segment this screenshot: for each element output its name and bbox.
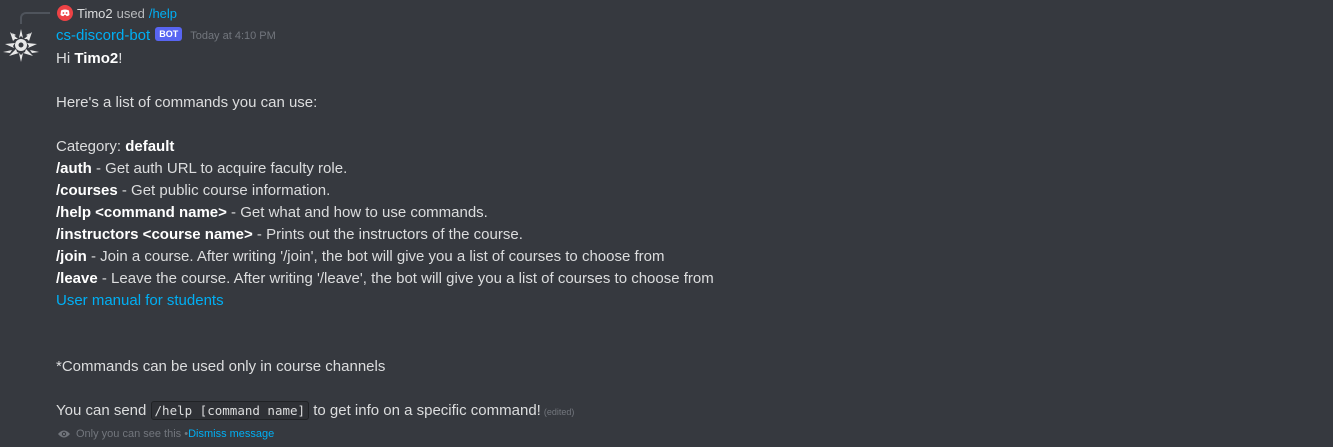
category-name: default (125, 138, 175, 155)
send-prefix: You can send (56, 402, 151, 419)
university-flame-logo-icon (3, 29, 39, 62)
bot-tag-badge: BOT (155, 26, 183, 41)
reply-command[interactable]: /help (149, 6, 177, 21)
bot-message: Timo2 used /help cs-discord-bot BOT Toda… (0, 0, 1333, 447)
manual-line: User manual for students (56, 290, 1306, 312)
greeting-name: Timo2 (74, 50, 119, 67)
eye-icon (57, 429, 71, 439)
bot-avatar[interactable] (0, 24, 42, 66)
category-label: Category: (56, 138, 126, 155)
category-line: Category: default (56, 136, 1306, 158)
greeting-line: Hi Timo2! (56, 48, 1306, 70)
note-line: *Commands can be used only in course cha… (56, 358, 386, 375)
send-line: You can send /help [command name] to get… (56, 400, 1306, 422)
command-description: - Prints out the instructors of the cour… (252, 226, 523, 243)
user-manual-link[interactable]: User manual for students (56, 292, 224, 309)
command-description: - Get auth URL to acquire faculty role. (91, 160, 348, 177)
command-line: /auth - Get auth URL to acquire faculty … (56, 158, 1306, 180)
command-name: /courses (56, 182, 118, 199)
discord-logo-icon (60, 9, 70, 17)
command-name: /leave (56, 270, 98, 287)
reply-spine (20, 12, 50, 24)
command-name: /instructors <course name> (56, 226, 253, 243)
dismiss-message-link[interactable]: Dismiss message (188, 428, 274, 440)
message-timestamp[interactable]: Today at 4:10 PM (190, 30, 276, 42)
command-description: - Get what and how to use commands. (226, 204, 488, 221)
send-suffix: to get info on a specific command! (309, 402, 541, 419)
ephemeral-text: Only you can see this • (76, 428, 189, 440)
reply-context[interactable]: Timo2 used /help (57, 4, 177, 22)
command-name: /join (56, 248, 87, 265)
reply-verb: used (116, 5, 145, 21)
command-line: /leave - Leave the course. After writing… (56, 268, 1306, 290)
ephemeral-notice: Only you can see this • Dismiss message (57, 428, 274, 440)
command-line: /help <command name> - Get what and how … (56, 202, 1306, 224)
command-description: - Get public course information. (117, 182, 331, 199)
intro-line: Here's a list of commands you can use: (56, 94, 318, 111)
greeting-prefix: Hi (56, 50, 75, 67)
command-name: /help <command name> (56, 204, 227, 221)
greeting-suffix: ! (118, 50, 123, 67)
message-header: cs-discord-bot BOT Today at 4:10 PM (56, 26, 276, 44)
command-line: /instructors <course name> - Prints out … (56, 224, 1306, 246)
bot-username[interactable]: cs-discord-bot (56, 27, 150, 44)
command-description: - Join a course. After writing '/join', … (86, 248, 665, 265)
command-description: - Leave the course. After writing '/leav… (97, 270, 714, 287)
edited-label[interactable]: (edited) (544, 407, 575, 417)
inline-code: /help [command name] (150, 401, 310, 420)
command-line: /join - Join a course. After writing '/j… (56, 246, 1306, 268)
message-content: Hi Timo2! Here's a list of commands you … (56, 48, 1306, 422)
reply-username[interactable]: Timo2 (77, 6, 113, 21)
command-line: /courses - Get public course information… (56, 180, 1306, 202)
command-name: /auth (56, 160, 92, 177)
reply-avatar-icon[interactable] (57, 5, 73, 21)
